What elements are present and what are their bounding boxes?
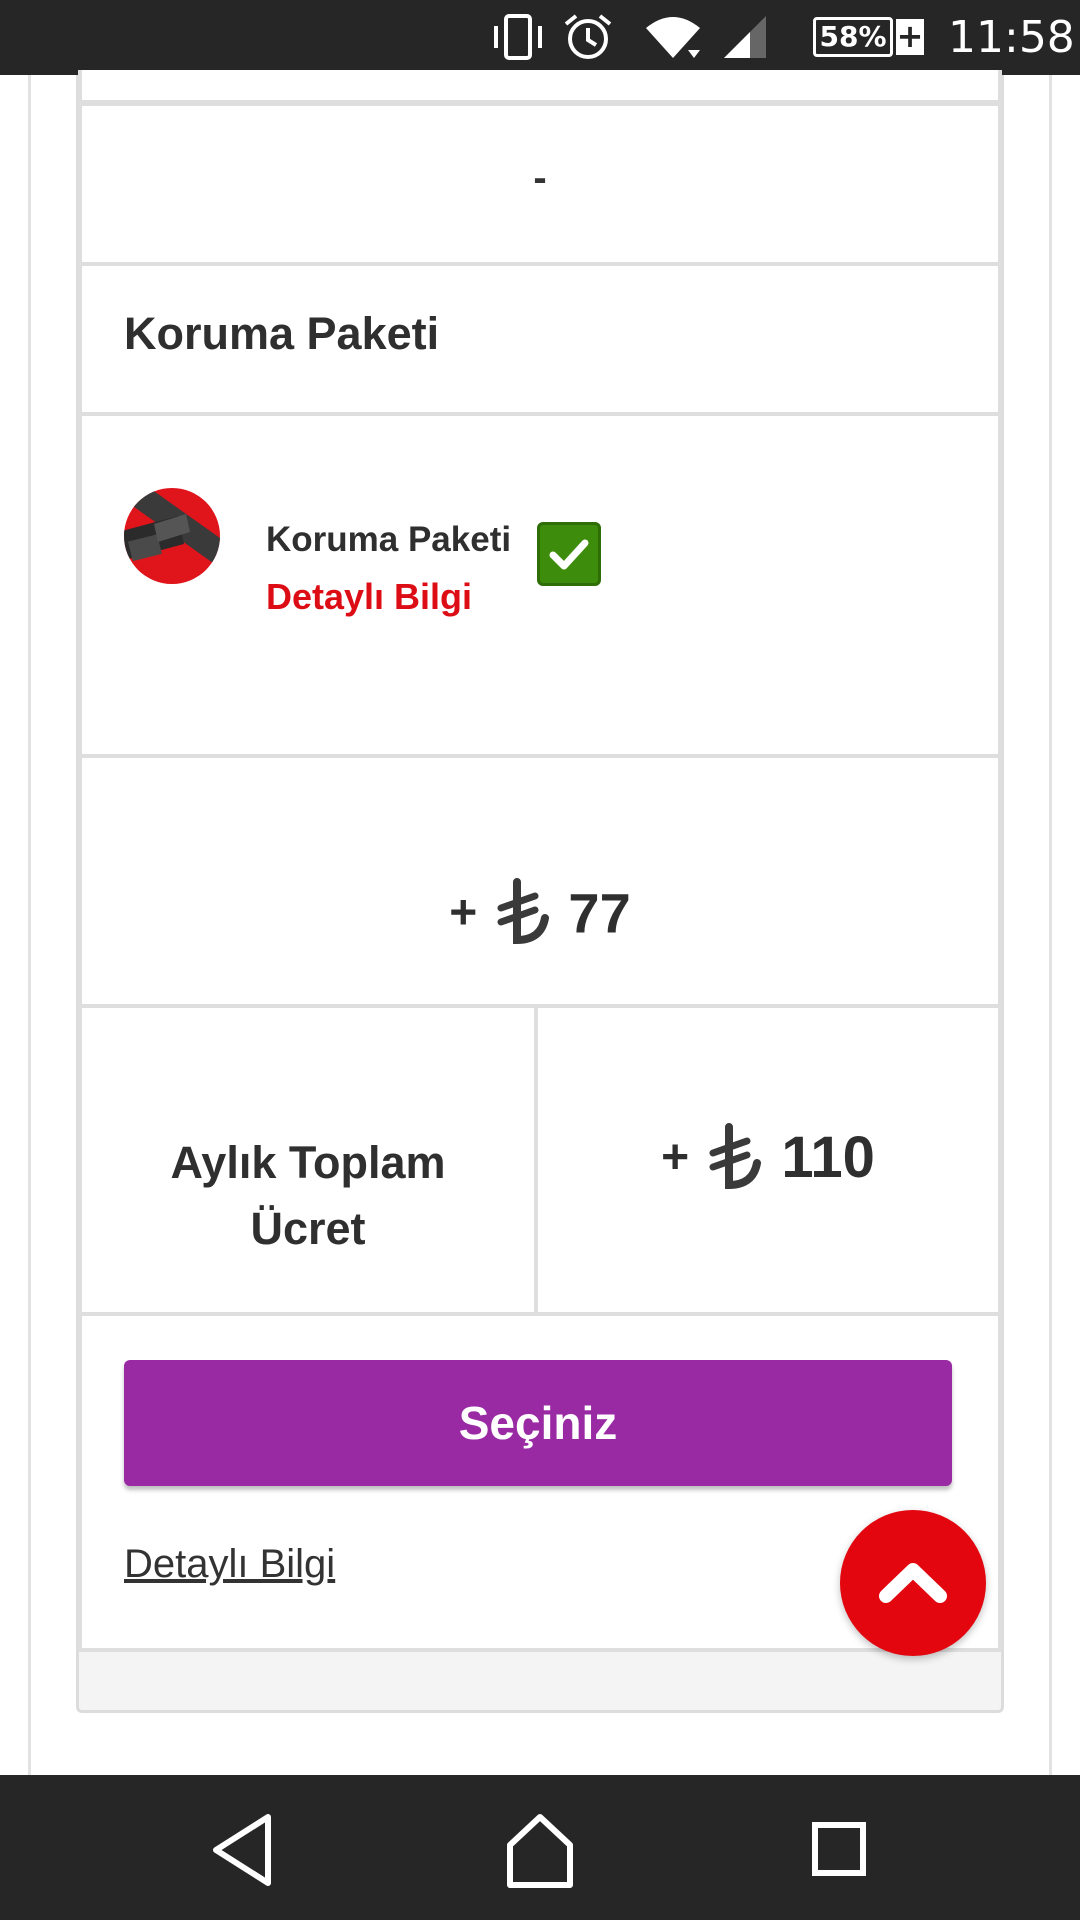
price-amount: 77	[568, 881, 631, 945]
monthly-total-label-cell: Aylık Toplam Ücret	[78, 1004, 538, 1316]
chevron-up-icon	[879, 1563, 947, 1603]
battery-charging-icon: +	[896, 17, 924, 55]
package-price: + 77	[82, 876, 998, 948]
recents-icon[interactable]	[795, 1805, 885, 1895]
turkish-lira-icon	[709, 1122, 762, 1189]
select-button[interactable]: Seçiniz	[124, 1360, 952, 1486]
detail-link[interactable]: Detaylı Bilgi	[124, 1542, 335, 1587]
battery-icon: 58%	[813, 17, 893, 57]
check-icon	[549, 539, 589, 570]
package-row: Koruma Paketi Detaylı Bilgi	[78, 412, 1002, 758]
monthly-total-label: Aylık Toplam Ücret	[82, 1130, 534, 1262]
alarm-icon	[564, 14, 612, 59]
dash-value: -	[533, 156, 547, 200]
price-prefix: +	[449, 886, 478, 940]
section-title-row: Koruma Paketi	[78, 262, 1002, 416]
package-price-row: + 77	[78, 754, 1002, 1008]
dash-row: -	[78, 102, 1002, 266]
scroll-to-top-button[interactable]	[840, 1510, 986, 1656]
status-bar: 58% + 11:58	[0, 0, 1080, 75]
monthly-total-label-line2: Ücret	[250, 1203, 366, 1254]
signal-icon	[724, 16, 766, 58]
total-prefix: +	[661, 1131, 690, 1185]
clock: 11:58	[948, 12, 1075, 63]
turkish-lira-icon	[497, 878, 549, 945]
previous-row	[78, 70, 1002, 104]
seatbelt-icon	[124, 488, 220, 584]
vibrate-icon	[494, 14, 542, 60]
total-amount: 110	[781, 1125, 875, 1191]
package-checkbox[interactable]	[537, 522, 601, 586]
battery-percent: 58%	[819, 20, 887, 53]
package-name: Koruma Paketi	[266, 520, 512, 559]
monthly-total-value-cell: + 110	[534, 1004, 1002, 1316]
monthly-total-label-line1: Aylık Toplam	[170, 1137, 446, 1188]
back-icon[interactable]	[198, 1805, 288, 1895]
navigation-bar	[0, 1775, 1080, 1920]
monthly-total-price: + 110	[538, 1120, 998, 1193]
home-icon[interactable]	[495, 1805, 585, 1895]
section-title: Koruma Paketi	[124, 308, 440, 359]
package-detail-link[interactable]: Detaylı Bilgi	[266, 576, 472, 618]
wifi-icon	[646, 17, 700, 58]
